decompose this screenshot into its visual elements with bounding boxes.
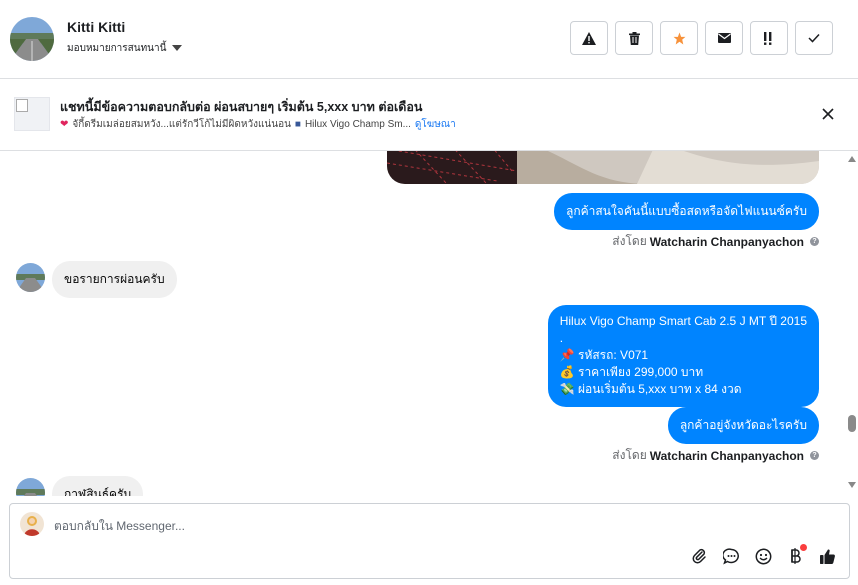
composer-tools xyxy=(689,544,837,566)
sent-by-prefix: ส่งโดย xyxy=(612,234,647,248)
view-ad-link[interactable]: ดูโฆษณา xyxy=(415,117,456,132)
assign-conversation-label: มอบหมายการสนทนานี้ xyxy=(67,43,167,54)
emoji-button[interactable] xyxy=(753,546,773,566)
car-interior-photo[interactable] xyxy=(387,151,819,184)
conversation-header: Kitti Kitti มอบหมายการสนทนานี้ xyxy=(0,0,858,79)
close-icon[interactable] xyxy=(820,106,836,122)
star-icon xyxy=(673,32,685,44)
car-icon: ■ xyxy=(294,119,301,130)
message-bubble-incoming[interactable]: ขอรายการผ่อนครับ xyxy=(52,261,177,298)
car-price-line: ราคาเพียง 299,000 บาท xyxy=(578,365,704,379)
payment-button[interactable] xyxy=(785,544,807,566)
follow-up-button[interactable] xyxy=(750,21,788,55)
ad-thumbnail[interactable] xyxy=(14,97,50,131)
installment-line: ผ่อนเริ่มต้น 5,xxx บาท x 84 งวด xyxy=(578,382,742,396)
paperclip-icon xyxy=(692,548,706,564)
car-code-line: รหัสรถ: V071 xyxy=(578,348,649,362)
envelope-icon xyxy=(717,33,731,43)
delete-button[interactable] xyxy=(615,21,653,55)
flag-icon xyxy=(764,31,772,45)
broken-image-icon xyxy=(16,99,28,112)
page-avatar xyxy=(20,512,44,536)
contact-avatar-small[interactable] xyxy=(16,478,45,496)
message-thread: ลูกค้าสนใจคันนี้แบบซื้อสดหรือจัดไฟแนนซ์ค… xyxy=(0,151,844,496)
contact-avatar[interactable] xyxy=(10,17,54,61)
ad-context-banner: แชทนี้มีข้อความตอบกลับต่อ ผ่อนสบายๆ เริ่… xyxy=(0,79,858,151)
ad-meta: ❤ จักี้ดรีมเมล่อยสมหวัง...แต่รักวีโก้ไม่… xyxy=(60,117,456,132)
dot-line: . xyxy=(559,331,564,345)
trash-icon xyxy=(628,31,640,45)
header-actions xyxy=(570,21,833,55)
sent-by-label: ส่งโดย Watcharin Chanpanyachon ? xyxy=(612,446,819,465)
speech-bubble-icon xyxy=(722,547,739,564)
thumbs-up-icon xyxy=(819,548,835,564)
report-button[interactable] xyxy=(570,21,608,55)
notification-dot xyxy=(800,544,807,551)
assign-conversation-dropdown[interactable]: มอบหมายการสนทนานี้ xyxy=(67,41,183,56)
info-icon[interactable]: ? xyxy=(810,237,819,246)
scrollbar-thumb[interactable] xyxy=(848,415,856,432)
check-icon xyxy=(808,33,820,43)
broken-heart-icon: ❤ xyxy=(60,119,69,130)
pushpin-icon: 📌 xyxy=(559,348,575,362)
scroll-down-arrow-icon[interactable] xyxy=(848,482,856,488)
contact-name: Kitti Kitti xyxy=(67,19,126,35)
scroll-up-arrow-icon[interactable] xyxy=(848,156,856,162)
sent-by-prefix: ส่งโดย xyxy=(612,448,647,462)
reply-composer xyxy=(9,503,850,579)
car-title-line: Hilux Vigo Champ Smart Cab 2.5 J MT ปี 2… xyxy=(559,314,807,328)
ad-product: Hilux Vigo Champ Sm... xyxy=(304,119,411,130)
ad-title: แชทนี้มีข้อความตอบกลับต่อ ผ่อนสบายๆ เริ่… xyxy=(60,100,423,114)
money-bag-icon: 💰 xyxy=(559,365,575,379)
like-button[interactable] xyxy=(817,546,837,566)
info-icon[interactable]: ? xyxy=(810,451,819,460)
caret-down-icon xyxy=(172,44,183,51)
message-bubble-outgoing[interactable]: ลูกค้าอยู่จังหวัดอะไรครับ xyxy=(667,407,819,444)
mark-unread-button[interactable] xyxy=(705,21,743,55)
mark-done-button[interactable] xyxy=(795,21,833,55)
sent-by-label: ส่งโดย Watcharin Chanpanyachon ? xyxy=(612,232,819,251)
ad-snippet: จักี้ดรีมเมล่อยสมหวัง...แต่รักวีโก้ไม่มี… xyxy=(72,119,291,130)
message-bubble-outgoing-card[interactable]: Hilux Vigo Champ Smart Cab 2.5 J MT ปี 2… xyxy=(547,305,819,407)
star-button[interactable] xyxy=(660,21,698,55)
message-bubble-incoming[interactable]: กาฬสินธุ์ครับ xyxy=(52,476,144,496)
attach-button[interactable] xyxy=(689,546,709,566)
sent-by-name: Watcharin Chanpanyachon xyxy=(649,234,804,249)
money-wings-icon: 💸 xyxy=(559,382,575,396)
contact-avatar-small[interactable] xyxy=(16,263,45,292)
smiley-icon xyxy=(755,548,771,564)
message-bubble-outgoing[interactable]: ลูกค้าสนใจคันนี้แบบซื้อสดหรือจัดไฟแนนซ์ค… xyxy=(554,193,819,230)
saved-replies-button[interactable] xyxy=(721,546,741,566)
reply-input[interactable] xyxy=(54,517,654,535)
warning-icon xyxy=(582,31,596,45)
thread-scrollbar[interactable] xyxy=(845,151,858,496)
sent-by-name: Watcharin Chanpanyachon xyxy=(649,448,804,463)
